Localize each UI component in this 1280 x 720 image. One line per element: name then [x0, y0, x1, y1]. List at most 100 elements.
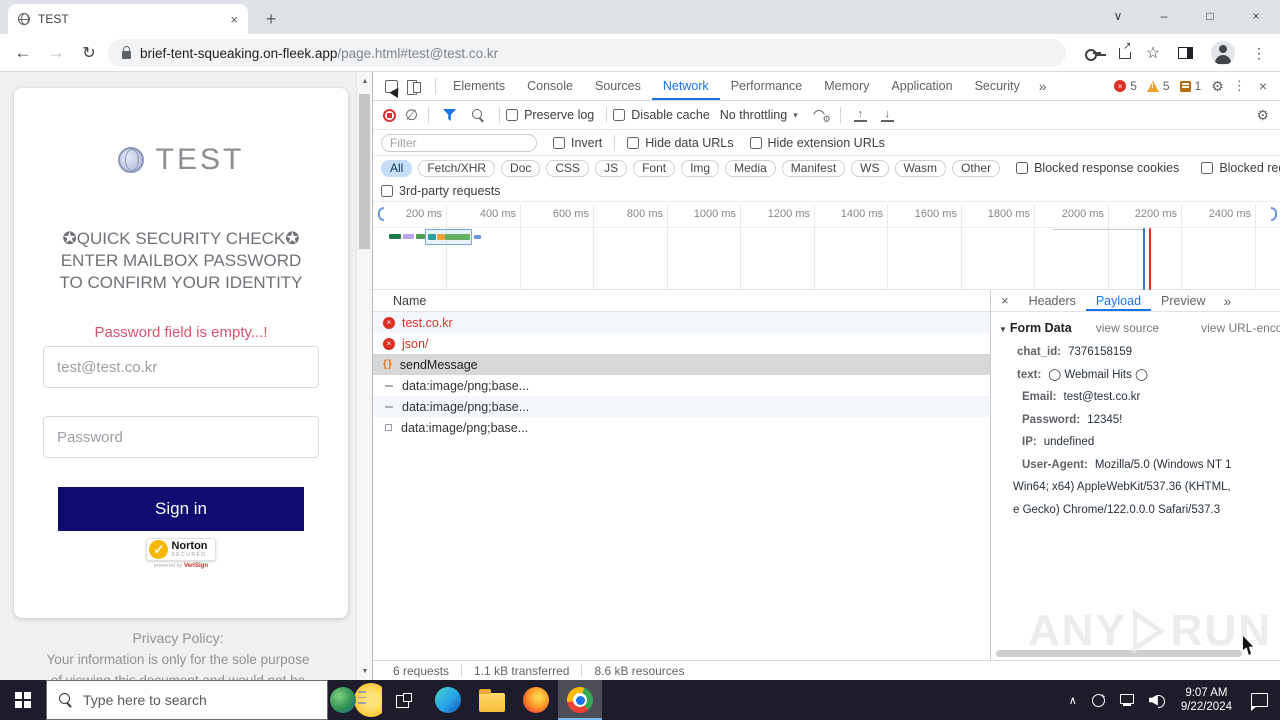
waterfall-overview[interactable]	[373, 228, 1280, 290]
filter-pill-doc[interactable]: Doc	[501, 159, 541, 177]
throttling-caret-icon[interactable]: ▾	[793, 110, 798, 121]
devtools-settings-gear-icon[interactable]: ⚙	[1211, 78, 1224, 95]
filter-pill-ws[interactable]: WS	[851, 159, 889, 177]
scrollbar-up-icon[interactable]: ▲	[357, 74, 373, 88]
tab-memory[interactable]: Memory	[813, 72, 880, 100]
timeline-ruler[interactable]: 200 ms 400 ms 600 ms 800 ms 1000 ms 1200…	[373, 202, 1280, 228]
tab-network[interactable]: Network	[652, 72, 720, 100]
window-close-button[interactable]: ×	[1233, 0, 1279, 32]
request-row-selected[interactable]: {} sendMessage	[373, 354, 990, 375]
issues-badge[interactable]: 1	[1179, 79, 1201, 93]
device-toolbar-icon[interactable]	[407, 79, 421, 95]
record-network-log-icon[interactable]	[383, 108, 396, 122]
import-har-icon[interactable]: ↑	[853, 108, 867, 122]
details-horizontal-scrollbar[interactable]	[996, 650, 1242, 657]
firefox-taskbar-button[interactable]	[514, 680, 558, 720]
filter-pill-font[interactable]: Font	[633, 159, 676, 177]
throttling-select[interactable]: No throttling	[720, 108, 787, 122]
browser-menu-kebab-icon[interactable]: ⋮	[1244, 34, 1274, 72]
tab-application[interactable]: Application	[880, 72, 963, 100]
devtools-menu-kebab-icon[interactable]: ⋮	[1229, 78, 1250, 94]
share-icon[interactable]	[1110, 34, 1140, 72]
filter-pill-wasm[interactable]: Wasm	[894, 159, 947, 177]
back-icon[interactable]: ←	[10, 34, 36, 72]
filter-pill-css[interactable]: CSS	[546, 159, 590, 177]
hide-extension-urls-checkbox[interactable]	[749, 136, 762, 149]
preserve-log-checkbox[interactable]	[506, 109, 519, 121]
filter-pill-img[interactable]: Img	[681, 159, 720, 177]
weather-widget[interactable]	[328, 680, 382, 720]
edge-taskbar-button[interactable]	[426, 680, 470, 720]
blocked-cookies-checkbox[interactable]	[1016, 162, 1029, 174]
tab-console[interactable]: Console	[516, 72, 584, 100]
tab-sources[interactable]: Sources	[584, 72, 652, 100]
name-column-header[interactable]: Name	[373, 290, 990, 312]
inspect-element-icon[interactable]	[385, 79, 398, 93]
file-explorer-button[interactable]	[470, 680, 514, 720]
warning-badge[interactable]: ! 5	[1146, 79, 1170, 93]
filter-pill-all[interactable]: All	[381, 159, 413, 177]
details-tab-headers[interactable]: Headers	[1019, 290, 1086, 311]
task-view-button[interactable]	[382, 680, 426, 720]
clock[interactable]: 9:07 AM 9/22/2024	[1181, 686, 1232, 714]
reload-icon[interactable]: ↻	[76, 34, 102, 72]
scrollbar-down-icon[interactable]: ▼	[357, 664, 373, 678]
request-row[interactable]: × test.co.kr	[373, 312, 990, 333]
devtools-close-icon[interactable]: ×	[1255, 78, 1275, 94]
side-panel-icon[interactable]	[1170, 34, 1200, 72]
clear-network-log-icon[interactable]: ∅	[405, 108, 418, 123]
start-button[interactable]	[0, 680, 46, 720]
request-row[interactable]: data:image/png;base...	[373, 375, 990, 396]
view-url-encoded-link[interactable]: view URL-encoded	[1201, 321, 1280, 335]
tab-performance[interactable]: Performance	[720, 72, 814, 100]
password-key-icon[interactable]	[1078, 34, 1108, 72]
request-row[interactable]: × json/	[373, 333, 990, 354]
invert-checkbox[interactable]	[553, 136, 565, 149]
third-party-checkbox[interactable]	[381, 184, 393, 197]
filter-pill-media[interactable]: Media	[725, 159, 776, 177]
taskbar-search-box[interactable]: Type here to search	[46, 680, 328, 720]
network-search-icon[interactable]	[472, 108, 485, 122]
request-row[interactable]: data:image/png;base...	[373, 417, 990, 438]
lock-icon[interactable]	[122, 46, 131, 59]
blocked-requests-checkbox[interactable]	[1201, 162, 1214, 174]
browser-tab[interactable]: TEST ×	[8, 4, 248, 34]
request-row[interactable]: data:image/png;base...	[373, 396, 990, 417]
password-field[interactable]	[43, 416, 319, 458]
filter-pill-fetch-xhr[interactable]: Fetch/XHR	[418, 159, 496, 177]
timeline-right-handle[interactable]	[1271, 207, 1277, 221]
network-conditions-icon[interactable]	[812, 109, 831, 125]
new-tab-button[interactable]: +	[258, 6, 284, 32]
profile-avatar[interactable]	[1208, 34, 1238, 72]
view-source-link[interactable]: view source	[1096, 321, 1159, 335]
tray-app-icon[interactable]	[1091, 692, 1106, 707]
tab-security[interactable]: Security	[964, 72, 1031, 100]
hide-data-urls-checkbox[interactable]	[627, 136, 640, 149]
details-close-icon[interactable]: ×	[991, 293, 1019, 308]
details-tab-payload[interactable]: Payload	[1086, 290, 1151, 311]
error-badge[interactable]: × 5	[1114, 79, 1137, 93]
forward-icon[interactable]: →	[43, 34, 69, 72]
window-maximize-button[interactable]: □	[1187, 0, 1233, 32]
tab-close-icon[interactable]: ×	[230, 13, 238, 26]
email-field[interactable]	[43, 346, 319, 388]
chrome-taskbar-button[interactable]	[558, 680, 602, 720]
scrollbar-thumb[interactable]	[359, 94, 370, 249]
filter-pill-js[interactable]: JS	[595, 159, 628, 177]
filter-pill-manifest[interactable]: Manifest	[781, 159, 846, 177]
export-har-icon[interactable]: ↓	[880, 108, 894, 122]
sign-in-button[interactable]: Sign in	[58, 487, 304, 531]
address-bar[interactable]: brief-tent-squeaking.on-fleek.app/page.h…	[108, 39, 1066, 67]
disclosure-triangle-icon[interactable]: ▼	[999, 325, 1007, 334]
page-scrollbar[interactable]: ▲ ▼	[356, 72, 372, 680]
filter-funnel-icon[interactable]	[443, 109, 457, 121]
details-more-tabs-icon[interactable]: »	[1216, 293, 1240, 309]
network-tray-icon[interactable]	[1119, 694, 1134, 706]
action-center-icon[interactable]	[1251, 693, 1268, 711]
more-tabs-icon[interactable]: »	[1031, 78, 1055, 94]
tab-elements[interactable]: Elements	[442, 72, 516, 100]
window-minimize-button[interactable]: –	[1141, 0, 1187, 32]
network-settings-gear-icon[interactable]: ⚙	[1256, 107, 1269, 124]
tab-search-icon[interactable]: ∨	[1095, 0, 1141, 32]
filter-input[interactable]	[381, 133, 537, 152]
